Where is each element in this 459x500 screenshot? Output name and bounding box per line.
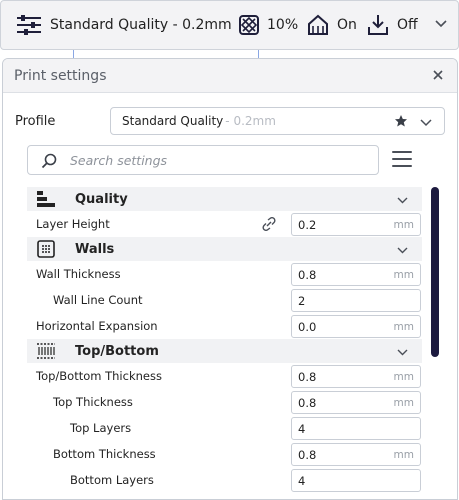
topbottom-icon	[36, 341, 56, 361]
setting-label: Horizontal Expansion	[36, 319, 158, 333]
setting-input[interactable]: 0.8 mm	[291, 443, 421, 466]
chevron-down-icon[interactable]	[420, 117, 432, 131]
adhesion-icon	[367, 14, 389, 36]
category-label: Quality	[75, 191, 128, 207]
close-icon[interactable]	[431, 68, 445, 82]
setting-label: Top/Bottom Thickness	[36, 369, 162, 383]
chevron-down-icon[interactable]	[435, 19, 447, 29]
profile-summary-label: Standard Quality - 0.2mm	[50, 17, 232, 33]
setting-value: 0.0	[298, 319, 317, 334]
search-placeholder: Search settings	[70, 152, 168, 168]
setting-row: Top Thickness 0.8 mm	[27, 389, 422, 415]
panel-header: Print settings	[3, 59, 457, 93]
menu-icon[interactable]	[392, 151, 412, 169]
category-label: Walls	[75, 241, 115, 257]
guide-line	[73, 50, 74, 58]
unit-label: mm	[393, 396, 414, 409]
setting-row: Bottom Layers 4	[27, 467, 422, 493]
setting-row: Layer Height 0.2 mm	[27, 211, 422, 237]
setting-label: Bottom Layers	[70, 473, 154, 487]
setting-value: 4	[298, 421, 306, 436]
category-walls[interactable]: Walls	[27, 237, 422, 261]
quality-icon	[36, 189, 56, 209]
setting-value: 0.8	[298, 447, 317, 462]
setting-value: 0.2	[298, 217, 317, 232]
setting-value: 0.8	[298, 395, 317, 410]
infill-value: 10%	[267, 17, 299, 33]
setting-value: 0.8	[298, 369, 317, 384]
setting-value: 0.8	[298, 267, 317, 282]
chevron-down-icon[interactable]	[397, 194, 408, 208]
star-icon[interactable]	[394, 114, 408, 131]
setting-label: Layer Height	[36, 217, 110, 231]
print-setup-header[interactable]: Standard Quality - 0.2mm 10% On Off	[0, 0, 459, 50]
setting-label: Top Layers	[70, 421, 132, 435]
setting-input[interactable]: 0.8 mm	[291, 365, 421, 388]
setting-input[interactable]: 0.8 mm	[291, 263, 421, 286]
setting-row: Bottom Thickness 0.8 mm	[27, 441, 422, 467]
setting-row: Top Layers 4	[27, 415, 422, 441]
setting-input[interactable]: 0.0 mm	[291, 315, 421, 338]
setting-value: 4	[298, 473, 306, 488]
profile-row: Profile Standard Quality - 0.2mm	[15, 107, 447, 135]
setting-label: Wall Line Count	[53, 293, 143, 307]
scrollbar[interactable]	[431, 187, 439, 357]
setting-label: Top Thickness	[53, 395, 133, 409]
profile-label: Profile	[15, 113, 56, 129]
setting-input[interactable]: 0.8 mm	[291, 391, 421, 414]
infill-indicator[interactable]: 10%	[239, 1, 298, 49]
profile-summary[interactable]: Standard Quality - 0.2mm	[16, 1, 232, 49]
setting-input[interactable]: 2	[291, 289, 421, 312]
unit-label: mm	[393, 218, 414, 231]
support-indicator[interactable]: On	[307, 1, 357, 49]
print-settings-panel: Print settings Profile Standard Quality …	[2, 58, 458, 500]
setting-row: Wall Thickness 0.8 mm	[27, 261, 422, 287]
chevron-down-icon[interactable]	[397, 244, 408, 258]
category-quality[interactable]: Quality	[27, 187, 422, 211]
setting-label: Bottom Thickness	[53, 447, 156, 461]
setting-input[interactable]: 4	[291, 469, 421, 492]
settings-list: Quality Layer Height 0.2 mm Walls Wall T…	[27, 187, 422, 493]
category-topbottom[interactable]: Top/Bottom	[27, 339, 422, 363]
setting-label: Wall Thickness	[36, 267, 121, 281]
unit-label: mm	[393, 268, 414, 281]
setting-input[interactable]: 0.2 mm	[291, 213, 421, 236]
chevron-down-icon[interactable]	[397, 346, 408, 360]
setting-input[interactable]: 4	[291, 417, 421, 440]
category-label: Top/Bottom	[75, 343, 159, 359]
support-value: On	[337, 17, 357, 33]
profile-suffix: - 0.2mm	[225, 114, 276, 128]
support-icon	[307, 14, 329, 36]
search-row: Search settings	[27, 145, 419, 175]
unit-label: mm	[393, 448, 414, 461]
search-icon	[41, 153, 57, 172]
adhesion-indicator[interactable]: Off	[367, 1, 418, 49]
setting-row: Horizontal Expansion 0.0 mm	[27, 313, 422, 339]
profile-name: Standard Quality	[122, 114, 224, 128]
setting-value: 2	[298, 293, 306, 308]
walls-icon	[36, 239, 56, 259]
link-icon[interactable]	[261, 216, 277, 234]
guide-line	[258, 50, 259, 58]
unit-label: mm	[393, 320, 414, 333]
infill-icon	[239, 15, 259, 35]
adhesion-value: Off	[397, 17, 418, 33]
unit-label: mm	[393, 370, 414, 383]
search-input[interactable]: Search settings	[27, 145, 379, 175]
profile-select[interactable]: Standard Quality - 0.2mm	[110, 107, 445, 135]
panel-title: Print settings	[14, 67, 107, 84]
setting-row: Top/Bottom Thickness 0.8 mm	[27, 363, 422, 389]
setting-row: Wall Line Count 2	[27, 287, 422, 313]
sliders-icon	[16, 14, 42, 36]
